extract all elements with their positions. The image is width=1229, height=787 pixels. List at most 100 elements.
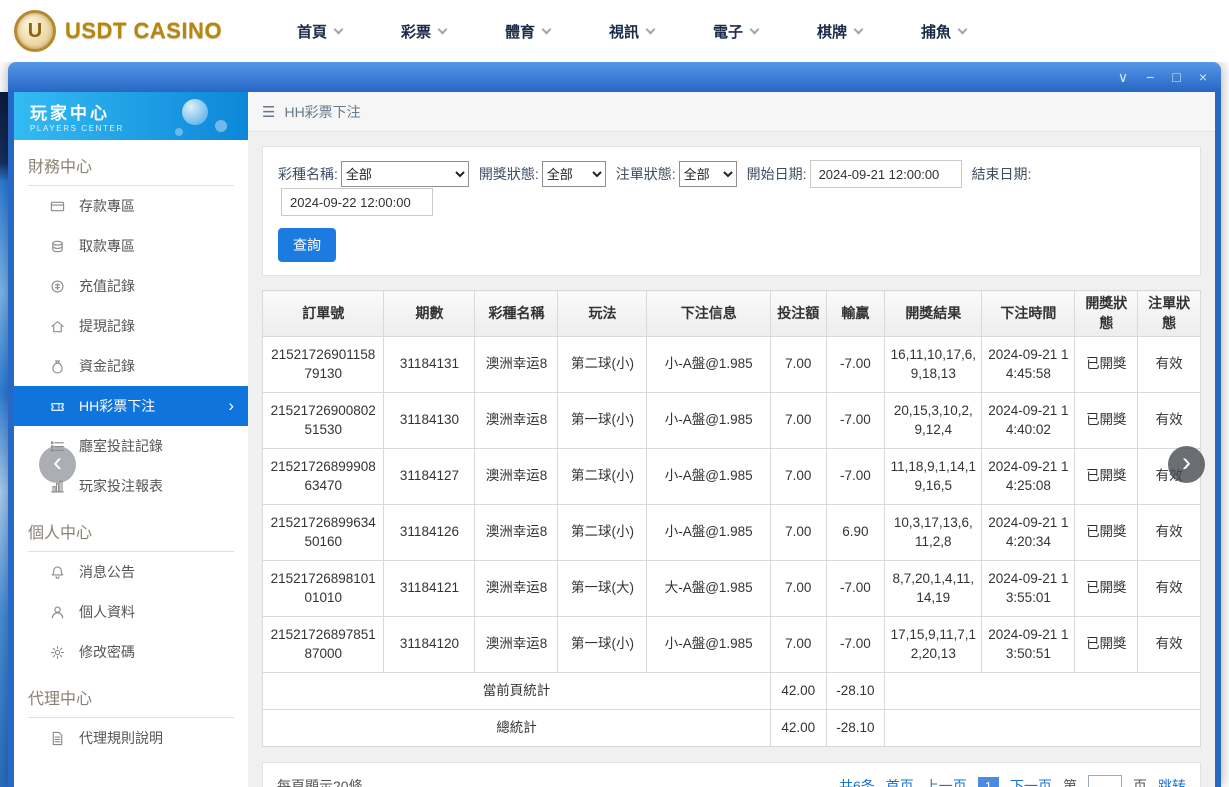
window-maximize-icon[interactable]: □ [1172,70,1180,84]
chevron-down-icon [437,24,448,34]
main-navigation: 首頁 彩票 體育 視訊 電子 棋牌 捕魚 [297,21,1025,42]
window-minimize-icon[interactable]: − [1146,70,1154,84]
sidebar-item-deposit[interactable]: 存款專區 [14,186,248,226]
sidebar-item-withdrawal-record[interactable]: 提現記錄 [14,306,248,346]
table-cell: 2152172689785187000 [261,616,385,674]
nav-item-fishing[interactable]: 捕魚 [921,21,1025,42]
table-cell: 已開獎 [1074,560,1139,618]
nav-item-label: 捕魚 [921,23,952,41]
sidebar-item-profile[interactable]: 個人資料 [14,592,248,632]
content-area: 彩種名稱: 全部 開獎狀態: 全部 注單狀態: 全部 開始日期: 2024-09… [248,132,1215,787]
table-header-row: 訂單號 期數 彩種名稱 玩法 下注信息 投注額 輸贏 開獎結果 下注時間 開獎狀態 注單狀態 [261,289,1201,338]
cashout-house-icon [50,319,65,334]
sidebar-item-label: HH彩票下注 [79,398,156,414]
sidebar-item-funds-record[interactable]: 資金記錄 [14,346,248,386]
sidebar-item-recharge-record[interactable]: 充值記錄 [14,266,248,306]
table-cell: 2024-09-21 13:55:01 [981,560,1076,618]
column-header: 下注信息 [646,289,771,338]
table-cell: 第二球(小) [557,336,648,394]
table-cell: 有效 [1137,616,1201,674]
carousel-prev-button[interactable]: ‹ [39,446,76,483]
table-cell: 7.00 [769,448,827,506]
table-cell: 31184127 [383,448,476,506]
page-title: HH彩票下注 [284,103,361,120]
sidebar-subtitle: PLAYERS CENTER [30,124,124,133]
table-row: 2152172689990863470 31184127 澳洲幸运8 第二球(小) 小-… [261,448,1201,506]
table-cell: -7.00 [825,448,886,506]
sidebar-item-announcements[interactable]: 消息公告 [14,552,248,592]
sidebar-item-label: 提現記錄 [79,318,135,334]
bell-icon [50,565,65,580]
chevron-down-icon [541,24,552,34]
end-date-label: 結束日期: [971,166,1032,182]
window-body: 玩家中心 PLAYERS CENTER 財務中心 存款專區 取款專區 充值記錄 提現記錄… [8,92,1221,787]
chevron-down-icon [853,24,864,34]
nav-item-board[interactable]: 棋牌 [817,21,921,42]
nav-item-video[interactable]: 視訊 [609,21,713,42]
table-row: 2152172689810101010 31184121 澳洲幸运8 第一球(大) 大-… [261,560,1201,618]
site-logo[interactable]: U USDT CASINO [14,10,239,52]
prev-page-link[interactable]: 上一页 [925,776,967,787]
menu-toggle-icon[interactable]: ☰ [262,103,275,121]
table-cell: 2024-09-21 14:45:58 [981,336,1076,394]
window-close-icon[interactable]: × [1199,70,1207,84]
table-cell: 31184131 [383,336,476,394]
filter-row: 彩種名稱: 全部 開獎狀態: 全部 注單狀態: 全部 開始日期: 2024-09… [278,160,1185,216]
jump-button[interactable]: 跳转 [1158,776,1186,787]
first-page-link[interactable]: 首页 [886,776,914,787]
lottery-name-select[interactable]: 全部 [340,161,469,187]
table-cell: 2152172689810101010 [261,560,385,618]
table-cell: 7.00 [769,336,827,394]
nav-item-slots[interactable]: 電子 [713,21,817,42]
table-cell: 2152172689990863470 [261,448,385,506]
draw-status-select[interactable]: 全部 [541,161,606,187]
document-icon [50,731,65,746]
carousel-next-button[interactable]: › [1168,446,1205,483]
start-date-input[interactable] [809,160,962,188]
table-cell: 16,11,10,17,6,9,18,13 [884,336,983,394]
sidebar-item-label: 取款專區 [79,238,135,254]
window-titlebar[interactable]: ∨ − □ × [8,62,1221,92]
table-cell: 已開獎 [1074,448,1139,506]
jump-prefix-label: 第 [1063,778,1077,787]
window-controls: ∨ − □ × [1118,70,1207,84]
current-page-indicator[interactable]: 1 [977,776,999,787]
summary-label: 總統計 [262,709,771,748]
page-jump-input[interactable] [1088,775,1122,787]
nav-item-sports[interactable]: 體育 [505,21,609,42]
sidebar: 玩家中心 PLAYERS CENTER 財務中心 存款專區 取款專區 充值記錄 提現記錄… [14,92,248,787]
order-status-select[interactable]: 全部 [678,161,737,187]
table-cell: 有效 [1137,560,1201,618]
sidebar-item-label: 玩家投注報表 [79,478,163,494]
sidebar-item-withdraw[interactable]: 取款專區 [14,226,248,266]
table-cell: 10,3,17,13,6,11,2,8 [884,504,983,562]
table-cell: 澳洲幸运8 [474,336,559,394]
chevron-down-icon [645,24,656,34]
sidebar-item-label: 資金記錄 [79,358,135,374]
table-cell: 7.00 [769,504,827,562]
nav-item-lottery[interactable]: 彩票 [401,21,505,42]
table-cell: 2152172690080251530 [261,392,385,450]
nav-item-home[interactable]: 首頁 [297,21,401,42]
table-cell: 第一球(小) [557,392,648,450]
sidebar-item-agent-rules[interactable]: 代理規則說明 [14,718,248,758]
table-cell: -7.00 [825,616,886,674]
next-page-link[interactable]: 下一页 [1010,776,1052,787]
summary-bet-total: 42.00 [769,709,827,748]
table-cell: 2024-09-21 14:40:02 [981,392,1076,450]
table-cell: 第二球(小) [557,448,648,506]
sidebar-item-change-password[interactable]: 修改密碼 [14,632,248,672]
summary-label: 當前頁統計 [262,672,771,711]
window-collapse-icon[interactable]: ∨ [1118,70,1128,84]
end-date-input[interactable] [281,188,433,216]
sidebar-item-label: 消息公告 [79,564,135,580]
search-button[interactable]: 查詢 [278,228,336,262]
jump-suffix-label: 页 [1133,778,1147,787]
table-cell: 2024-09-21 14:25:08 [981,448,1076,506]
nav-item-label: 視訊 [609,23,640,41]
table-cell: 31184120 [383,616,476,674]
table-cell: 7.00 [769,560,827,618]
table-cell: 已開獎 [1074,504,1139,562]
table-cell: 大-A盤@1.985 [646,560,771,618]
sidebar-item-hh-lottery-bets[interactable]: HH彩票下注 › [14,386,248,426]
